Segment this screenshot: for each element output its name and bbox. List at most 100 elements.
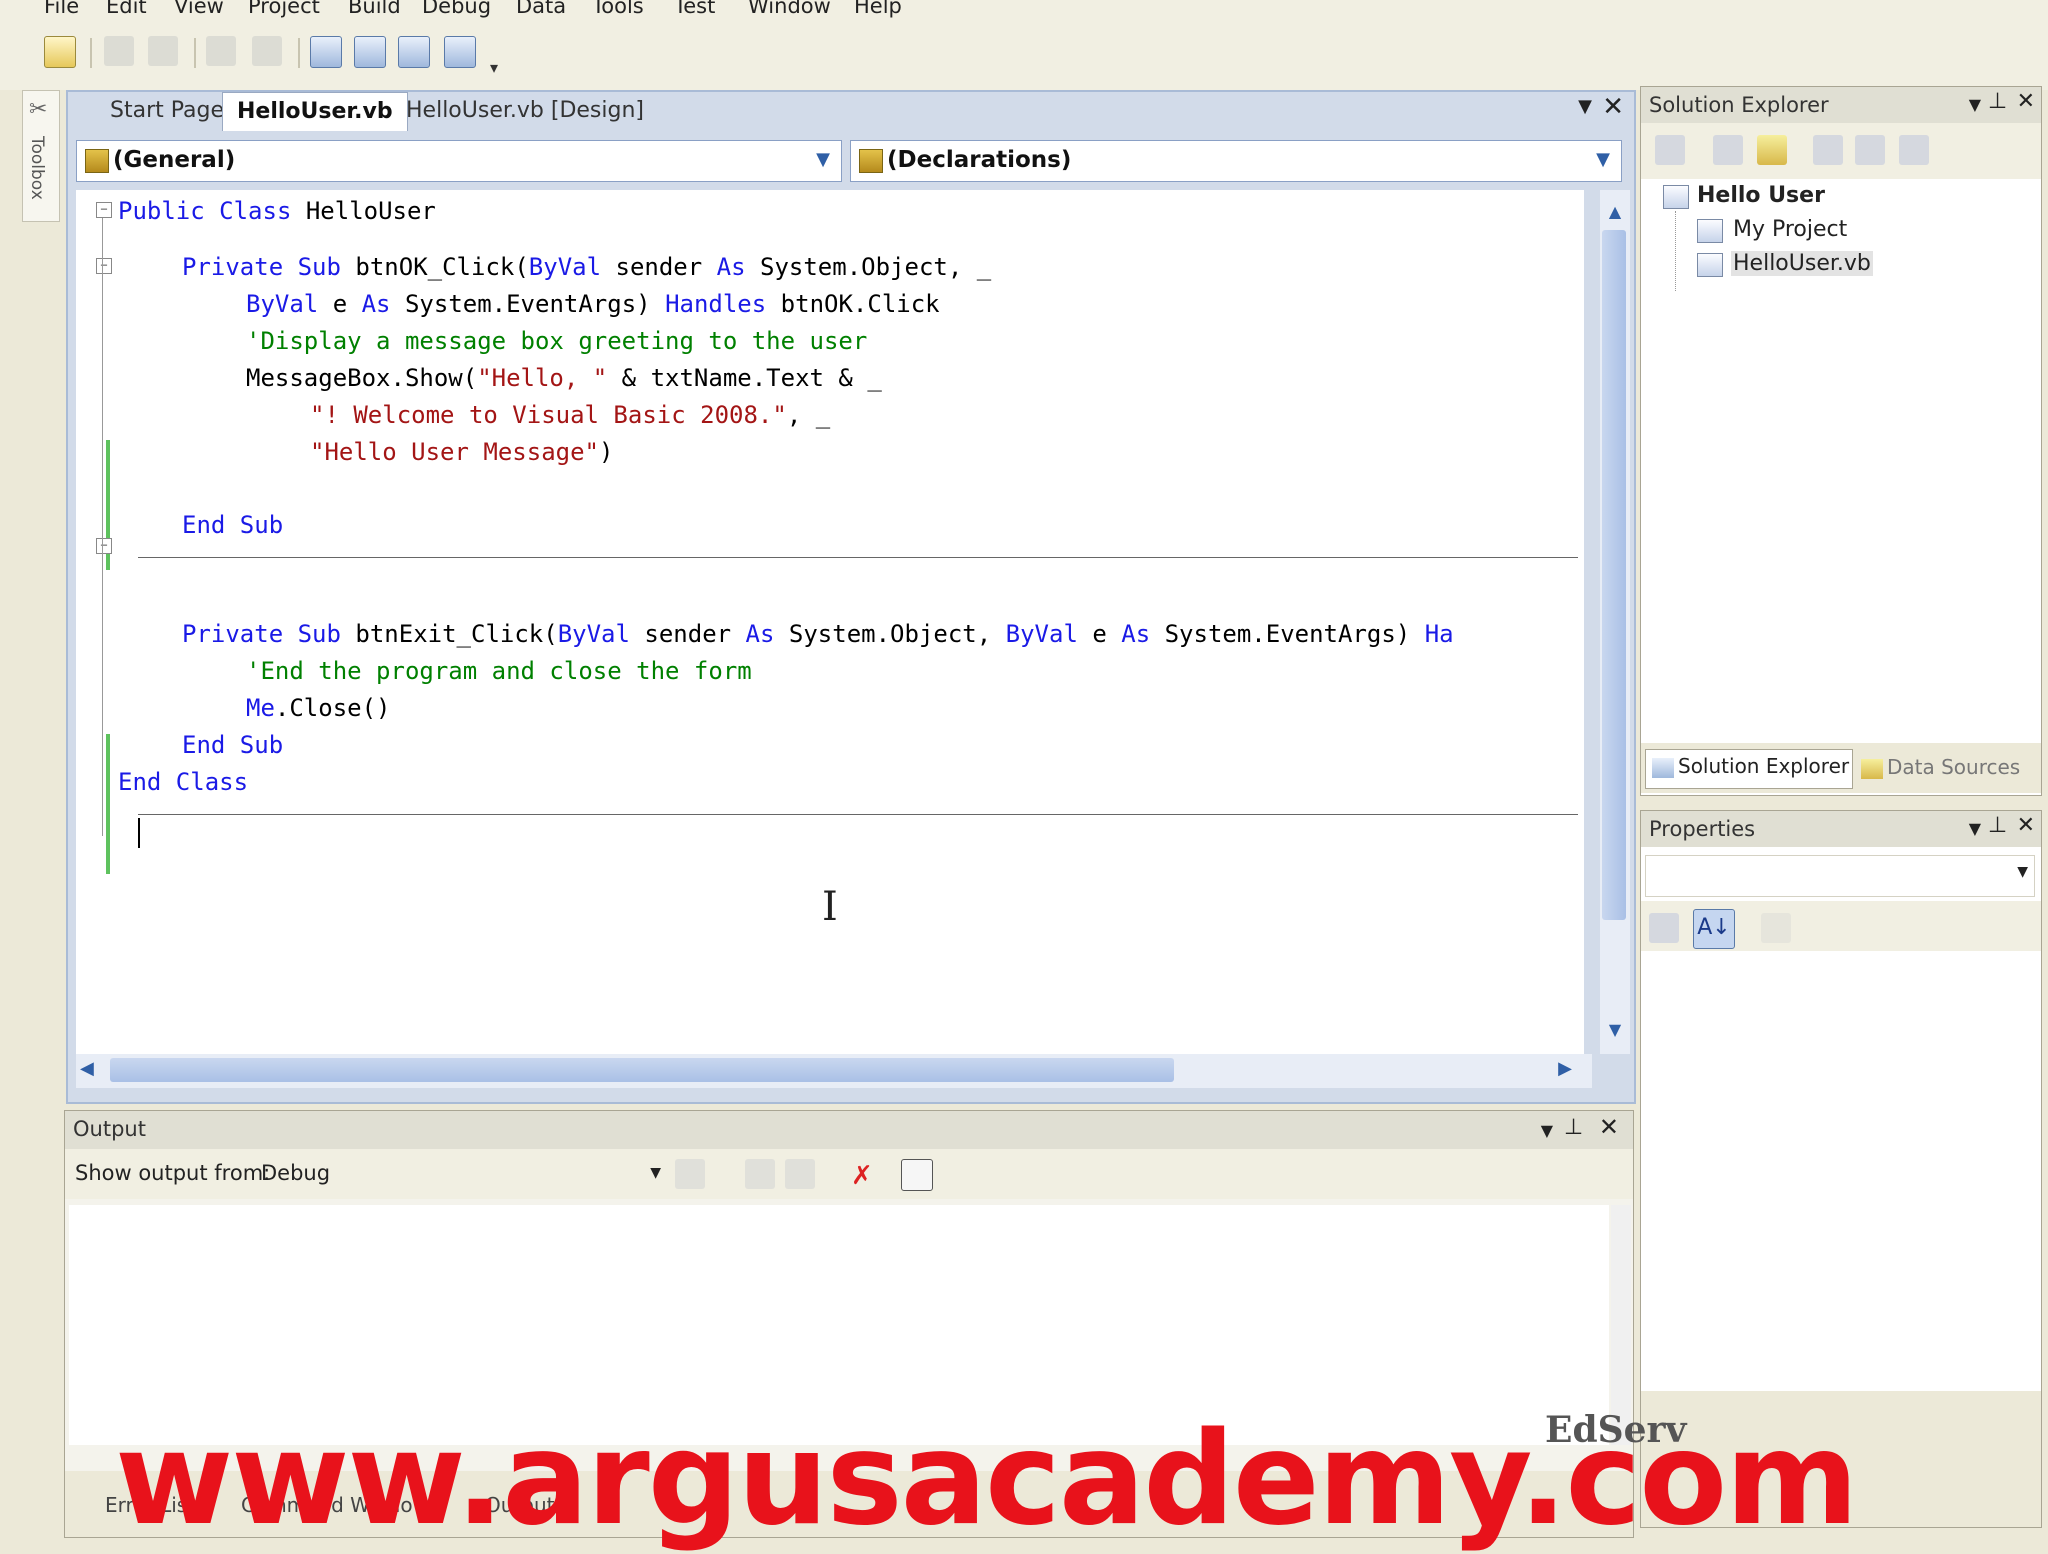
class-name-value: (General) [113, 147, 236, 173]
code-text: sender [601, 253, 717, 281]
bookmark-icon[interactable] [206, 36, 236, 66]
window-position-icon[interactable]: ▼ [1969, 95, 1981, 114]
code-line: Private Sub btnOK_Click(ByVal sender As … [182, 251, 991, 283]
toolbar-overflow-icon[interactable]: ▾ [490, 58, 498, 77]
refresh-icon[interactable] [1757, 135, 1787, 165]
pin-icon[interactable]: ⊥ [1564, 1115, 1583, 1140]
chevron-down-icon[interactable]: ▼ [650, 1165, 661, 1181]
pin-icon[interactable]: ⊥ [1988, 813, 2007, 838]
properties-icon[interactable] [1655, 135, 1685, 165]
horizontal-scrollbar[interactable]: ◀ ▶ [76, 1054, 1592, 1088]
collapse-icon[interactable]: − [96, 258, 112, 274]
solution-explorer-icon[interactable] [310, 36, 342, 68]
scroll-down-icon[interactable]: ▼ [1602, 1020, 1628, 1046]
tab-start-page[interactable]: Start Page [96, 92, 238, 130]
toolbox-strip[interactable]: ✂ Toolbox [22, 90, 60, 222]
scroll-thumb[interactable] [1602, 230, 1626, 920]
class-diagram-icon[interactable] [1899, 135, 1929, 165]
menu-debug[interactable]: Debug [422, 0, 491, 18]
window-list-icon[interactable]: ▼ [1578, 96, 1592, 117]
pin-icon[interactable]: ⊥ [1988, 89, 2007, 114]
categorized-icon[interactable] [1649, 913, 1679, 943]
close-icon[interactable]: ✕ [1599, 1113, 1619, 1141]
scroll-up-icon[interactable]: ▲ [1602, 202, 1628, 228]
code-keyword: End Sub [182, 731, 284, 759]
code-keyword: As [716, 253, 746, 281]
go-to-next-icon[interactable] [785, 1159, 815, 1189]
tab-solution-explorer-label: Solution Explorer [1678, 754, 1850, 778]
class-name-dropdown[interactable]: (General) ▼ [76, 140, 842, 182]
scroll-right-icon[interactable]: ▶ [1558, 1058, 1572, 1079]
properties-window-icon[interactable] [354, 36, 386, 68]
go-to-previous-icon[interactable] [745, 1159, 775, 1189]
new-project-icon[interactable] [44, 36, 76, 68]
collapse-icon[interactable]: − [96, 538, 112, 554]
find-message-icon[interactable] [675, 1159, 705, 1189]
code-keyword: ByVal [246, 290, 319, 318]
collapse-icon[interactable]: − [96, 202, 112, 218]
object-selector-dropdown[interactable]: ▼ [1645, 855, 2035, 897]
redo-icon[interactable] [148, 36, 178, 66]
menu-project[interactable]: Project [248, 0, 320, 18]
chevron-down-icon[interactable]: ▼ [1589, 145, 1617, 175]
code-area[interactable]: − − − Public Class HelloUser Private Sub… [76, 190, 1584, 1054]
bookmark-next-icon[interactable] [252, 36, 282, 66]
code-keyword: Private Sub [182, 253, 341, 281]
method-name-dropdown[interactable]: (Declarations) ▼ [850, 140, 1622, 182]
scroll-left-icon[interactable]: ◀ [80, 1058, 94, 1079]
close-icon[interactable]: ✕ [1602, 92, 1624, 122]
window-position-icon[interactable]: ▼ [1969, 819, 1981, 838]
menu-view[interactable]: View [174, 0, 224, 18]
text-cursor [138, 818, 140, 848]
solution-explorer-tabs: Solution Explorer Data Sources [1641, 743, 2041, 793]
tab-hellouser-design[interactable]: HelloUser.vb [Design] [392, 92, 658, 130]
chevron-down-icon[interactable]: ▼ [809, 145, 837, 175]
i-beam-cursor-icon: I [822, 884, 838, 930]
alphabetical-icon[interactable]: A↓ [1693, 909, 1735, 949]
tab-solution-explorer[interactable]: Solution Explorer [1645, 749, 1853, 789]
code-text: System.EventArgs) [1150, 620, 1425, 648]
solution-icon [1663, 185, 1689, 209]
tree-item-hellouser-vb[interactable]: HelloUser.vb [1731, 251, 1873, 276]
show-all-files-icon[interactable] [1713, 135, 1743, 165]
window-position-icon[interactable]: ▼ [1541, 1121, 1553, 1140]
tree-item-my-project[interactable]: My Project [1733, 217, 1847, 242]
property-pages-icon[interactable] [1761, 913, 1791, 943]
view-code-icon[interactable] [1813, 135, 1843, 165]
procedure-separator [138, 557, 1578, 558]
menu-tools[interactable]: Tools [592, 0, 644, 18]
tree-root-hello-user[interactable]: Hello User [1697, 183, 1825, 208]
code-keyword: As [361, 290, 391, 318]
toolbox-window-icon[interactable] [444, 36, 476, 68]
code-text: btnOK.Click [766, 290, 940, 318]
undo-icon[interactable] [104, 36, 134, 66]
menu-file[interactable]: File [44, 0, 79, 18]
code-line: "Hello User Message") [310, 436, 613, 468]
tab-data-sources[interactable]: Data Sources [1857, 751, 2027, 787]
menu-data[interactable]: Data [516, 0, 566, 18]
code-text: HelloUser [291, 197, 436, 225]
toggle-word-wrap-icon[interactable] [901, 1159, 933, 1191]
tab-data-sources-label: Data Sources [1887, 755, 2021, 779]
menu-edit[interactable]: Edit [106, 0, 147, 18]
code-string: "Hello User Message" [310, 438, 599, 466]
scroll-thumb[interactable] [110, 1058, 1174, 1082]
menu-build[interactable]: Build [348, 0, 401, 18]
close-icon[interactable]: ✕ [2017, 813, 2035, 838]
close-icon[interactable]: ✕ [2017, 89, 2035, 114]
code-keyword: As [745, 620, 775, 648]
output-source-dropdown[interactable]: Debug ▼ [261, 1157, 661, 1191]
code-line: Private Sub btnExit_Click(ByVal sender A… [182, 618, 1454, 650]
vertical-scrollbar[interactable]: ▲ ▼ [1600, 190, 1630, 1054]
clear-all-icon[interactable]: ✗ [851, 1161, 873, 1191]
menu-help[interactable]: Help [854, 0, 902, 18]
tab-hellouser-vb[interactable]: HelloUser.vb [222, 92, 408, 131]
menu-window[interactable]: Window [748, 0, 831, 18]
toolbar-separator [298, 38, 300, 68]
code-keyword: Handles [665, 290, 767, 318]
object-browser-icon[interactable] [398, 36, 430, 68]
chevron-down-icon[interactable]: ▼ [2017, 864, 2028, 880]
menu-test[interactable]: Test [674, 0, 715, 18]
solution-explorer-title: Solution Explorer [1641, 87, 2041, 123]
view-designer-icon[interactable] [1855, 135, 1885, 165]
